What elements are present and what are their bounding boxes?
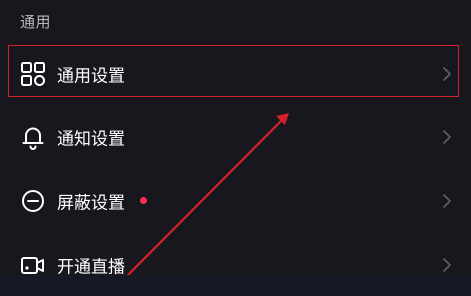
settings-item-label: 通用设置 — [57, 66, 125, 87]
chevron-right-icon — [441, 129, 453, 145]
settings-screen: 通用 通用设置 通知设置 屏蔽设置 开通直播 — [0, 0, 471, 278]
bell-icon — [20, 124, 46, 150]
chevron-right-icon — [441, 66, 453, 82]
settings-item-notifications[interactable]: 通知设置 — [0, 106, 471, 168]
settings-item-label: 屏蔽设置 — [57, 193, 125, 214]
settings-item-live[interactable]: 开通直播 — [0, 234, 471, 296]
settings-item-block[interactable]: 屏蔽设置 — [0, 170, 471, 232]
video-camera-icon — [20, 252, 46, 278]
section-title: 通用 — [20, 13, 52, 31]
chevron-right-icon — [441, 193, 453, 209]
settings-item-label: 通知设置 — [57, 129, 125, 150]
minus-circle-icon — [20, 188, 46, 214]
settings-item-label: 开通直播 — [57, 257, 125, 278]
settings-item-general[interactable]: 通用设置 — [0, 43, 471, 105]
chevron-right-icon — [441, 257, 453, 273]
grid-settings-icon — [20, 61, 46, 87]
notification-dot — [140, 197, 147, 204]
